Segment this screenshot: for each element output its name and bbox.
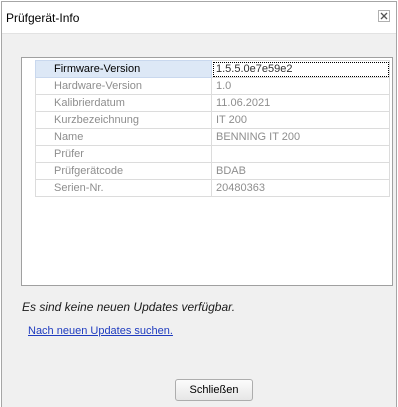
info-row-label: Prüfgerätcode bbox=[35, 162, 212, 180]
info-row[interactable]: Firmware-Version 1.5.5.0e7e59e2 bbox=[35, 60, 390, 78]
info-row-value: 1.5.5.0e7e59e2 bbox=[211, 60, 390, 78]
check-updates-link[interactable]: Nach neuen Updates suchen. bbox=[28, 325, 173, 337]
info-row-value: 1.0 bbox=[211, 77, 390, 95]
info-row[interactable]: Kalibrierdatum 11.06.2021 bbox=[35, 94, 390, 112]
info-row-label: Kalibrierdatum bbox=[35, 94, 212, 112]
dialog-window: Prüfgerät-Info Firmware-Version 1.5.5.0e7… bbox=[1, 1, 397, 407]
device-info-panel: Firmware-Version 1.5.5.0e7e59e2 Hardware-V… bbox=[21, 57, 393, 286]
info-row[interactable]: Serien-Nr. 20480363 bbox=[35, 179, 390, 197]
info-row-value: 20480363 bbox=[211, 179, 390, 197]
info-row[interactable]: Prüfer bbox=[35, 145, 390, 163]
close-button[interactable]: Schließen bbox=[175, 379, 253, 401]
info-row-label: Firmware-Version bbox=[35, 60, 212, 78]
close-icon[interactable] bbox=[376, 8, 392, 24]
info-row[interactable]: Kurzbezeichnung IT 200 bbox=[35, 111, 390, 129]
info-row[interactable]: Name BENNING IT 200 bbox=[35, 128, 390, 146]
info-row-label: Hardware-Version bbox=[35, 77, 212, 95]
info-row[interactable]: Prüfgerätcode BDAB bbox=[35, 162, 390, 180]
info-row-label: Serien-Nr. bbox=[35, 179, 212, 197]
info-row-value: 11.06.2021 bbox=[211, 94, 390, 112]
title-bar[interactable]: Prüfgerät-Info bbox=[2, 2, 396, 34]
info-row-label: Prüfer bbox=[35, 145, 212, 163]
update-status-text: Es sind keine neuen Updates verfügbar. bbox=[22, 300, 236, 314]
info-row-value: BENNING IT 200 bbox=[211, 128, 390, 146]
device-info-table: Firmware-Version 1.5.5.0e7e59e2 Hardware-V… bbox=[35, 60, 390, 197]
info-row-value bbox=[211, 145, 390, 163]
info-row-value: BDAB bbox=[211, 162, 390, 180]
info-row-value: IT 200 bbox=[211, 111, 390, 129]
info-row-label: Kurzbezeichnung bbox=[35, 111, 212, 129]
info-row[interactable]: Hardware-Version 1.0 bbox=[35, 77, 390, 95]
info-row-label: Name bbox=[35, 128, 212, 146]
dialog-title: Prüfgerät-Info bbox=[6, 11, 80, 25]
